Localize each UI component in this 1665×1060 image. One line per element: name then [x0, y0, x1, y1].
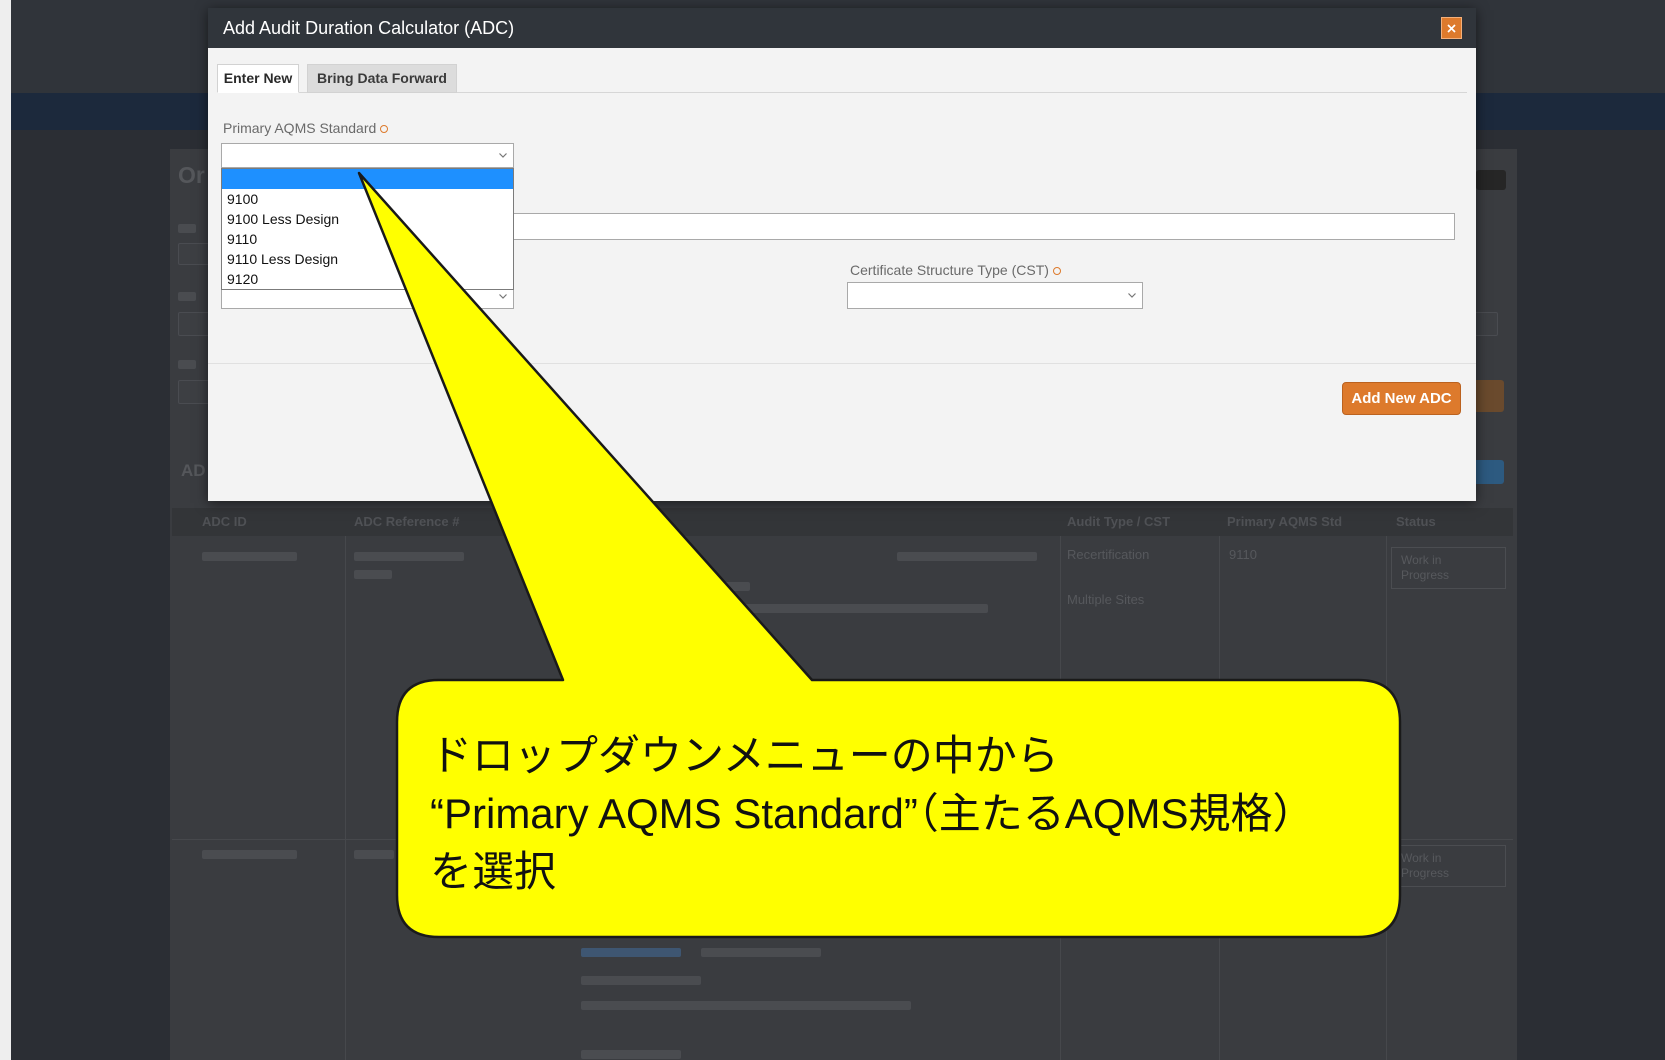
add-new-adc-button[interactable]: Add New ADC [1342, 382, 1461, 415]
blurred-text[interactable] [202, 552, 297, 561]
faded-label [178, 292, 196, 301]
faded-header-button[interactable] [1476, 170, 1506, 190]
blurred-text[interactable] [202, 850, 297, 859]
dropdown-option-empty[interactable] [222, 169, 513, 189]
column-divider [1386, 536, 1387, 1060]
dropdown-option-9120[interactable]: 9120 [222, 269, 513, 289]
status-badge: Work in Progress [1391, 845, 1506, 887]
column-header-adc-reference[interactable]: ADC Reference # [354, 514, 460, 530]
callout-line-3: を選択 [430, 848, 557, 895]
cst-select[interactable] [847, 282, 1143, 309]
chevron-down-icon [499, 294, 507, 299]
primary-aqms-standard-select[interactable] [221, 143, 514, 168]
callout-line-2: “Primary AQMS Standard”（主たるAQMS規格） [430, 790, 1315, 837]
faded-label [178, 360, 196, 369]
faded-input[interactable] [178, 243, 210, 265]
dropdown-option-9100-less-design[interactable]: 9100 Less Design [222, 209, 513, 229]
blurred-text [354, 570, 392, 579]
blurred-text [701, 948, 821, 957]
modal-title: Add Audit Duration Calculator (ADC) [223, 18, 515, 38]
required-icon [380, 125, 389, 133]
tab-enter-new[interactable]: Enter New [217, 64, 299, 93]
blurred-text[interactable] [897, 552, 1037, 561]
blurred-text [581, 1001, 911, 1010]
row-primary-std: 9110 [1229, 547, 1257, 562]
blurred-text [733, 604, 988, 613]
close-button[interactable] [1441, 17, 1462, 39]
modal-footer-divider [208, 363, 1476, 364]
page-heading: Or [178, 162, 205, 188]
blurred-text [722, 582, 750, 591]
dropdown-option-9110-less-design[interactable]: 9110 Less Design [222, 249, 513, 269]
callout-text: ドロップダウンメニューの中から “Primary AQMS Standard”（… [430, 727, 1314, 901]
cst-label-text: Certificate Structure Type (CST) [850, 262, 1049, 278]
cst-label: Certificate Structure Type (CST) [850, 262, 1061, 278]
add-adc-modal: Add Audit Duration Calculator (ADC) Ente… [208, 8, 1476, 501]
status-text: Work in Progress [1401, 851, 1450, 880]
primary-aqms-standard-label-text: Primary AQMS Standard [223, 120, 377, 136]
row-site-type: Multiple Sites [1067, 592, 1145, 607]
blurred-text [581, 1050, 681, 1059]
blurred-text[interactable] [354, 850, 394, 859]
dropdown-option-9110[interactable]: 9110 [222, 229, 513, 249]
column-header-primary-std[interactable]: Primary AQMS Std [1227, 514, 1342, 530]
primary-aqms-standard-dropdown[interactable]: 9100 9100 Less Design 9110 9110 Less Des… [221, 168, 514, 290]
section-heading: AD [181, 461, 206, 480]
chevron-down-icon [499, 152, 507, 158]
window-left-edge [0, 0, 11, 1060]
required-icon [1052, 267, 1061, 275]
column-header-status[interactable]: Status [1396, 514, 1436, 530]
column-divider [345, 536, 346, 1060]
status-badge: Work in Progress [1391, 547, 1506, 589]
column-header-adc-id[interactable]: ADC ID [202, 514, 247, 530]
row-audit-type: Recertification [1067, 547, 1150, 562]
tab-bring-data-forward[interactable]: Bring Data Forward [307, 64, 457, 93]
faded-input[interactable] [178, 380, 210, 404]
chevron-down-icon [1128, 292, 1136, 298]
column-header-audit-type[interactable]: Audit Type / CST [1067, 514, 1170, 530]
close-icon [1447, 23, 1456, 33]
faded-label [178, 224, 196, 233]
blurred-text [581, 976, 701, 985]
faded-input[interactable] [178, 312, 210, 336]
callout-line-1: ドロップダウンメニューの中から [430, 732, 1059, 779]
dropdown-option-9100[interactable]: 9100 [222, 189, 513, 209]
blurred-link[interactable] [581, 948, 681, 957]
primary-aqms-standard-label: Primary AQMS Standard [223, 120, 389, 136]
modal-title-bar[interactable]: Add Audit Duration Calculator (ADC) [208, 8, 1476, 48]
status-text: Work in Progress [1401, 553, 1450, 582]
blurred-text[interactable] [354, 552, 464, 561]
